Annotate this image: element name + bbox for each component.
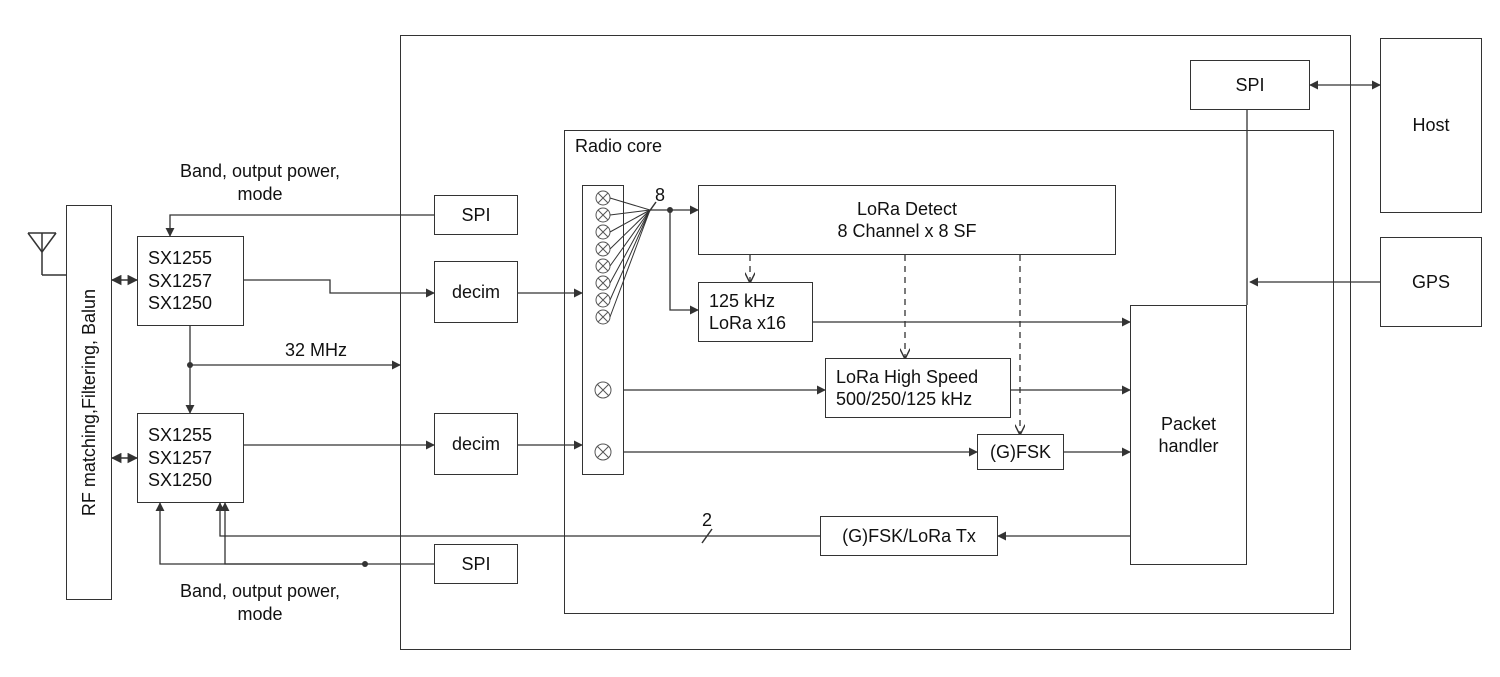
sx1255-b: SX1255 bbox=[148, 424, 212, 447]
decim-a-label: decim bbox=[452, 281, 500, 304]
transceiver-b: SX1255 SX1257 SX1250 bbox=[137, 413, 244, 503]
spi-host: SPI bbox=[1190, 60, 1310, 110]
cfg-top-line1: Band, output power, bbox=[180, 160, 340, 183]
radio-core-title: Radio core bbox=[575, 136, 662, 157]
cfg-top-label: Band, output power, mode bbox=[150, 160, 370, 205]
host-block: Host bbox=[1380, 38, 1482, 213]
decim-a: decim bbox=[434, 261, 518, 323]
lora-125khz-line2: LoRa x16 bbox=[709, 312, 786, 335]
transceiver-a: SX1255 SX1257 SX1250 bbox=[137, 236, 244, 326]
gps-block: GPS bbox=[1380, 237, 1482, 327]
clk-node bbox=[187, 362, 193, 368]
spi-radio-b-label: SPI bbox=[461, 553, 490, 576]
lora-125khz: 125 kHz LoRa x16 bbox=[698, 282, 813, 342]
lora-125khz-line1: 125 kHz bbox=[709, 290, 775, 313]
lora-hs-line2: 500/250/125 kHz bbox=[836, 388, 972, 411]
spiA-to-sxA bbox=[170, 215, 434, 236]
clk-label: 32 MHz bbox=[285, 340, 347, 361]
spiB-node bbox=[362, 561, 368, 567]
mixer-column bbox=[582, 185, 624, 475]
rf-balun-block: RF matching,Filtering, Balun bbox=[66, 205, 112, 600]
spi-radio-b: SPI bbox=[434, 544, 518, 584]
sx1250-b: SX1250 bbox=[148, 469, 212, 492]
cfg-top-line2: mode bbox=[237, 183, 282, 206]
spi-radio-a-label: SPI bbox=[461, 204, 490, 227]
bus2-label: 2 bbox=[702, 510, 712, 531]
gfsk-rx: (G)FSK bbox=[977, 434, 1064, 470]
gfsk-lora-tx: (G)FSK/LoRa Tx bbox=[820, 516, 998, 556]
cfg-bot-line1: Band, output power, bbox=[180, 580, 340, 603]
packet-handler-line1: Packet bbox=[1161, 413, 1216, 436]
gps-label: GPS bbox=[1412, 271, 1450, 294]
sx1250-a: SX1250 bbox=[148, 292, 212, 315]
spi-host-label: SPI bbox=[1235, 74, 1264, 97]
lora-detect-line2: 8 Channel x 8 SF bbox=[837, 220, 976, 243]
lora-hs-line1: LoRa High Speed bbox=[836, 366, 978, 389]
spi-radio-a: SPI bbox=[434, 195, 518, 235]
decim-b: decim bbox=[434, 413, 518, 475]
packet-handler-line2: handler bbox=[1158, 435, 1218, 458]
decim-b-label: decim bbox=[452, 433, 500, 456]
lora-high-speed: LoRa High Speed 500/250/125 kHz bbox=[825, 358, 1011, 418]
sx1257-b: SX1257 bbox=[148, 447, 212, 470]
gfsk-lora-tx-label: (G)FSK/LoRa Tx bbox=[842, 525, 976, 548]
packet-handler: Packet handler bbox=[1130, 305, 1247, 565]
bus8-label: 8 bbox=[655, 185, 665, 206]
host-label: Host bbox=[1412, 114, 1449, 137]
gfsk-rx-label: (G)FSK bbox=[990, 441, 1051, 464]
lora-detect: LoRa Detect 8 Channel x 8 SF bbox=[698, 185, 1116, 255]
sx1257-a: SX1257 bbox=[148, 270, 212, 293]
rf-balun-label: RF matching,Filtering, Balun bbox=[78, 289, 101, 516]
lora-detect-line1: LoRa Detect bbox=[857, 198, 957, 221]
cfg-bot-label: Band, output power, mode bbox=[150, 580, 370, 625]
antenna-icon bbox=[28, 233, 66, 275]
spiB-to-sxB-b bbox=[160, 503, 365, 564]
cfg-bot-line2: mode bbox=[237, 603, 282, 626]
sx1255-a: SX1255 bbox=[148, 247, 212, 270]
